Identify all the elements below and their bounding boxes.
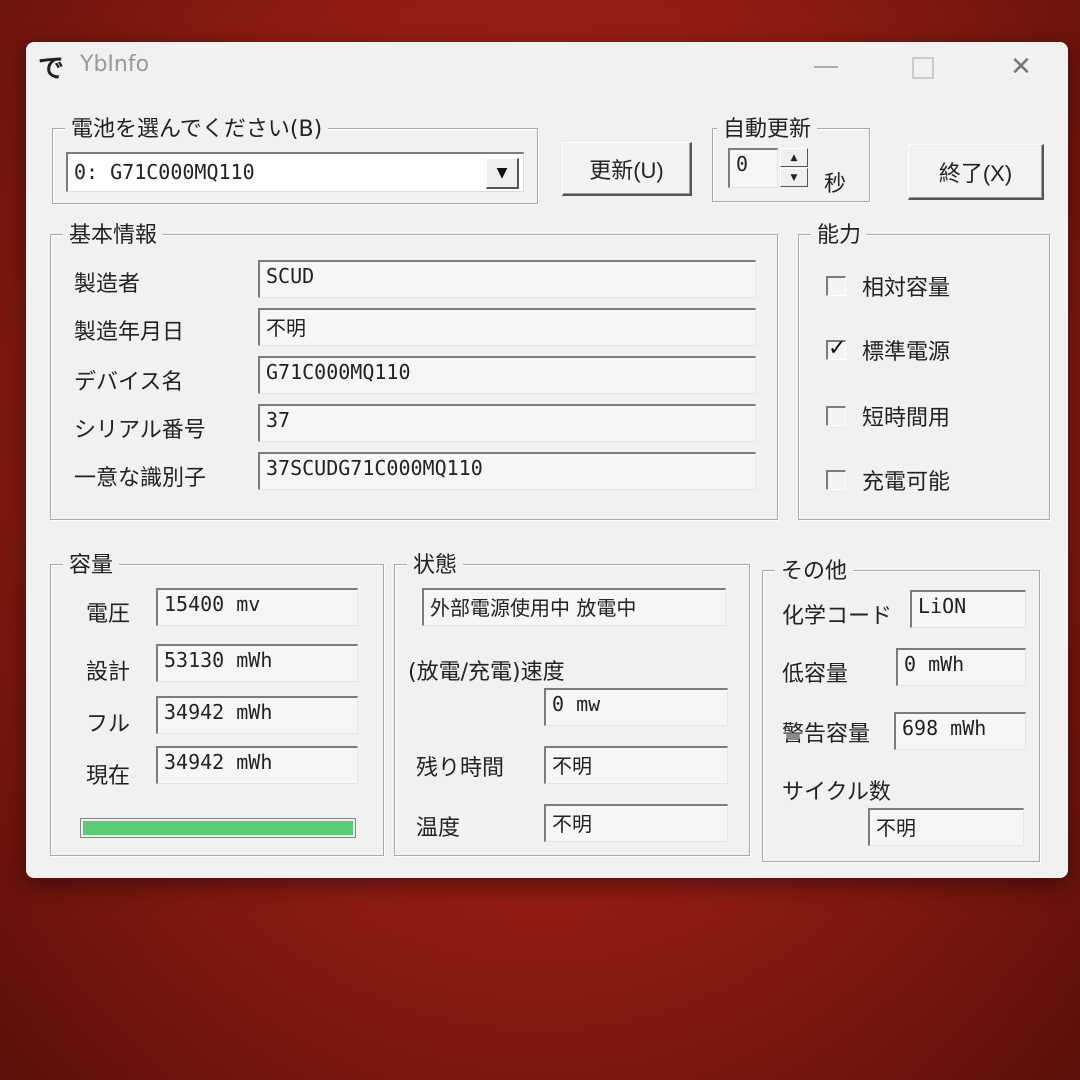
warning-capacity-field: 698 mWh: [894, 712, 1026, 750]
battery-select-value: 0: G71C000MQ110: [74, 160, 255, 184]
status-legend: 状態: [407, 547, 464, 579]
full-capacity-field: 34942 mWh: [156, 696, 358, 734]
basic-info-legend: 基本情報: [63, 217, 164, 249]
manufacturer-label: 製造者: [74, 272, 141, 297]
relative-capacity-checkbox[interactable]: [826, 276, 846, 296]
exit-button[interactable]: 終了(X): [908, 144, 1044, 200]
remaining-time-field: 不明: [544, 746, 728, 784]
low-capacity-label: 低容量: [782, 662, 849, 687]
manufacture-date-label: 製造年月日: [74, 320, 185, 345]
voltage-label: 電圧: [86, 602, 131, 627]
manufacture-date-field: 不明: [258, 308, 756, 346]
relative-capacity-label: 相対容量: [862, 276, 951, 301]
capacity-legend: 容量: [63, 547, 120, 579]
temperature-field: 不明: [544, 804, 728, 842]
cycle-count-field: 不明: [868, 808, 1024, 846]
minimize-button[interactable]: [806, 50, 846, 84]
low-capacity-field: 0 mWh: [896, 648, 1026, 686]
rate-field: 0 mw: [544, 688, 728, 726]
battery-select-legend: 電池を選んでください(B): [65, 111, 329, 143]
remaining-time-label: 残り時間: [416, 756, 505, 781]
serial-number-field: 37: [258, 404, 756, 442]
current-capacity-label: 現在: [86, 764, 131, 789]
system-power-label: 標準電源: [862, 340, 951, 365]
spin-up-icon[interactable]: ▲: [780, 148, 808, 167]
system-power-checkbox[interactable]: [826, 336, 846, 361]
voltage-field: 15400 mv: [156, 588, 358, 626]
seconds-label: 秒: [824, 172, 847, 197]
title-bar[interactable]: で YbInfo ✕: [26, 42, 1068, 92]
auto-update-input[interactable]: 0: [728, 148, 778, 188]
app-icon: で: [38, 54, 65, 84]
full-capacity-label: フル: [86, 712, 131, 737]
battery-select-dropdown[interactable]: 0: G71C000MQ110 ▼: [66, 152, 524, 192]
design-capacity-field: 53130 mWh: [156, 644, 358, 682]
rechargeable-label: 充電可能: [862, 470, 951, 495]
auto-update-legend: 自動更新: [717, 111, 818, 143]
warning-capacity-label: 警告容量: [782, 722, 871, 747]
unique-id-field: 37SCUDG71C000MQ110: [258, 452, 756, 490]
spin-down-icon[interactable]: ▼: [780, 168, 808, 187]
update-button[interactable]: 更新(U): [562, 142, 692, 196]
charge-progress-fill: [83, 821, 353, 835]
auto-update-stepper[interactable]: ▲ ▼: [780, 148, 810, 188]
maximize-button[interactable]: [901, 50, 941, 84]
device-name-field: G71C000MQ110: [258, 356, 756, 394]
window-title: YbInfo: [80, 52, 150, 77]
other-legend: その他: [775, 553, 854, 585]
power-state-field: 外部電源使用中 放電中: [422, 588, 726, 626]
chevron-down-icon[interactable]: ▼: [486, 158, 519, 189]
short-term-checkbox[interactable]: [826, 406, 846, 426]
current-capacity-field: 34942 mWh: [156, 746, 358, 784]
chemistry-label: 化学コード: [782, 604, 893, 629]
cycle-count-label: サイクル数: [782, 780, 891, 805]
close-button[interactable]: ✕: [1001, 50, 1041, 84]
ybinfo-window: で YbInfo ✕ 電池を選んでください(B) 0: G71C000MQ110…: [26, 42, 1068, 878]
manufacturer-field: SCUD: [258, 260, 756, 298]
serial-number-label: シリアル番号: [74, 418, 206, 443]
device-name-label: デバイス名: [74, 370, 184, 395]
temperature-label: 温度: [416, 816, 461, 841]
chemistry-field: LiON: [910, 590, 1026, 628]
rechargeable-checkbox[interactable]: [826, 470, 846, 490]
rate-label: (放電/充電)速度: [408, 660, 565, 685]
charge-progress-bar: [80, 818, 356, 838]
short-term-label: 短時間用: [862, 406, 951, 431]
unique-id-label: 一意な識別子: [74, 466, 207, 491]
capability-legend: 能力: [811, 217, 868, 249]
design-capacity-label: 設計: [86, 660, 131, 685]
